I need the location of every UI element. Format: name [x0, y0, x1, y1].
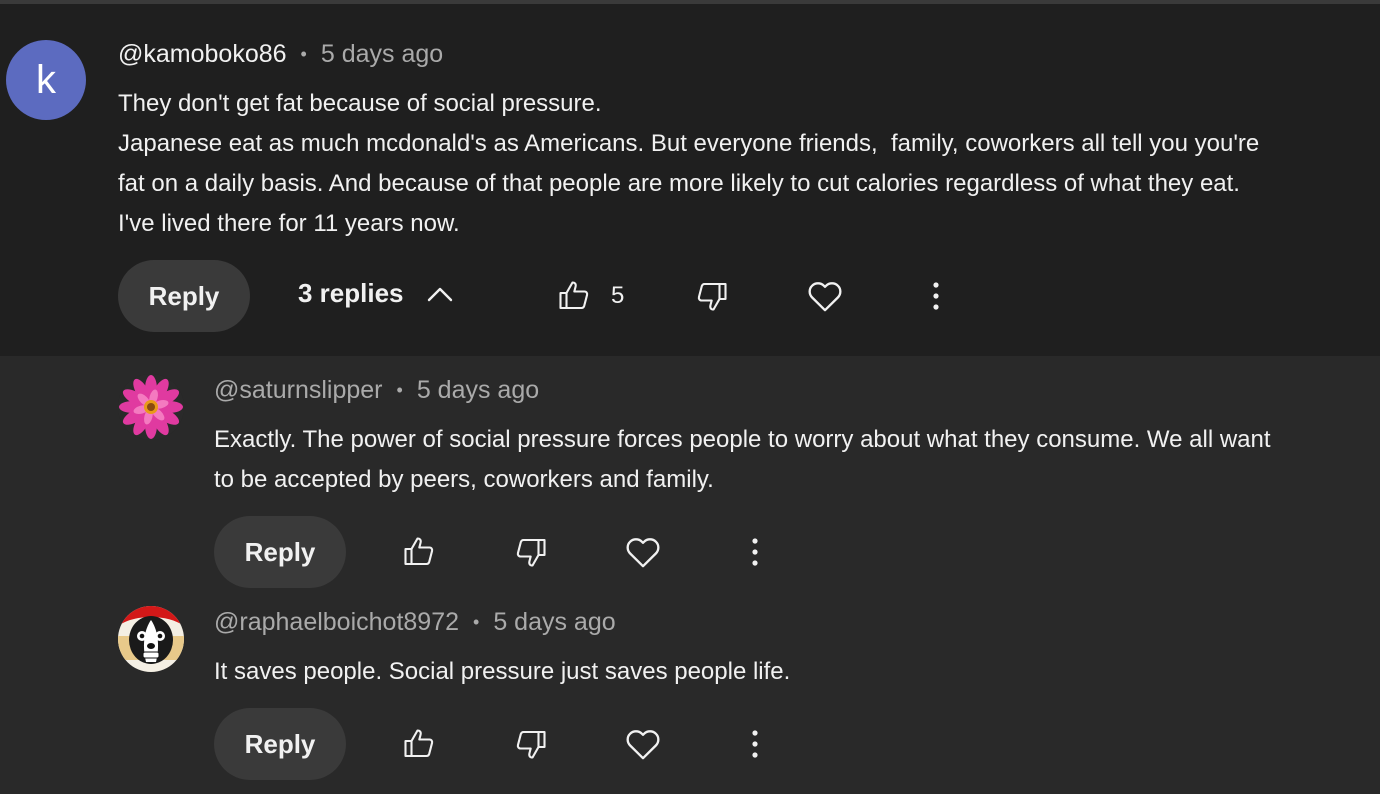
thumbs-up-icon[interactable] [400, 533, 438, 571]
more-options-icon[interactable] [745, 728, 765, 760]
author-handle[interactable]: @saturnslipper [214, 376, 383, 405]
author-handle[interactable]: @raphaelboichot8972 [214, 608, 459, 637]
timestamp[interactable]: 5 days ago [321, 40, 443, 69]
like-count: 5 [611, 282, 625, 309]
reply-text: Exactly. The power of social pressure fo… [214, 426, 1271, 493]
separator-dot: • [300, 44, 307, 64]
thumbs-down-icon[interactable] [693, 277, 731, 315]
thumbs-up-icon[interactable] [555, 277, 593, 315]
reply-button[interactable]: Reply [118, 260, 250, 332]
timestamp[interactable]: 5 days ago [417, 376, 539, 405]
more-options-icon[interactable] [745, 536, 765, 568]
more-options-icon[interactable] [926, 280, 946, 312]
reply-button[interactable]: Reply [214, 516, 346, 588]
reply-header: @raphaelboichot8972 • 5 days ago [214, 608, 616, 637]
separator-dot: • [396, 380, 403, 400]
comment-text: They don't get fat because of social pre… [118, 90, 1260, 237]
separator-dot: • [473, 612, 480, 632]
reply-text: It saves people. Social pressure just sa… [214, 658, 791, 685]
thumbs-up-icon[interactable] [400, 725, 438, 763]
avatar[interactable]: k [6, 40, 86, 120]
replies-toggle[interactable]: 3 replies [298, 278, 454, 309]
author-handle[interactable]: @kamoboko86 [118, 40, 287, 69]
reply-button[interactable]: Reply [214, 708, 346, 780]
heart-icon[interactable] [622, 723, 664, 765]
cartoon-dog-avatar[interactable] [118, 606, 184, 672]
timestamp[interactable]: 5 days ago [493, 608, 615, 637]
heart-icon[interactable] [622, 531, 664, 573]
heart-icon[interactable] [804, 275, 846, 317]
reply-header: @saturnslipper • 5 days ago [214, 376, 539, 405]
pink-flower-avatar[interactable] [118, 374, 184, 440]
replies-count-label: 3 replies [298, 278, 404, 308]
chevron-up-icon [426, 284, 454, 304]
thumbs-down-icon[interactable] [512, 725, 550, 763]
thumbs-down-icon[interactable] [512, 533, 550, 571]
comment-header: @kamoboko86 • 5 days ago [118, 40, 443, 69]
